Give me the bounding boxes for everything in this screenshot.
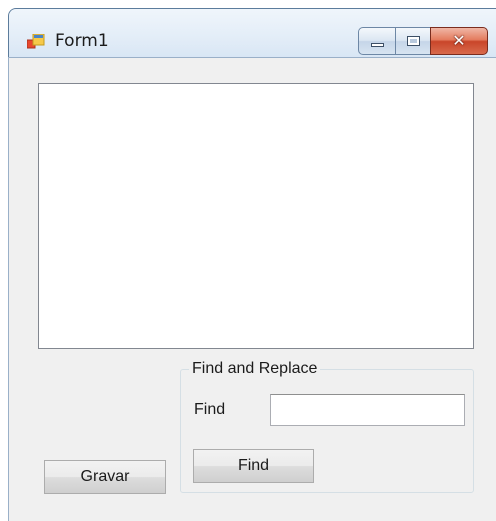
find-button[interactable]: Find: [193, 449, 314, 483]
main-textbox[interactable]: [38, 83, 474, 349]
minimize-button[interactable]: [358, 27, 396, 55]
window-title: Form1: [55, 31, 109, 51]
maximize-icon: [406, 36, 420, 46]
find-input[interactable]: [270, 394, 465, 426]
close-button[interactable]: ✕: [430, 27, 488, 55]
minimize-icon: [370, 43, 384, 47]
close-icon: ✕: [452, 31, 466, 50]
maximize-button[interactable]: [395, 27, 431, 55]
form-app-icon: [27, 34, 45, 49]
caption-buttons: ✕: [358, 27, 488, 55]
gravar-button[interactable]: Gravar: [44, 460, 166, 494]
find-replace-group-title: Find and Replace: [189, 359, 321, 379]
find-label: Find: [194, 401, 226, 418]
